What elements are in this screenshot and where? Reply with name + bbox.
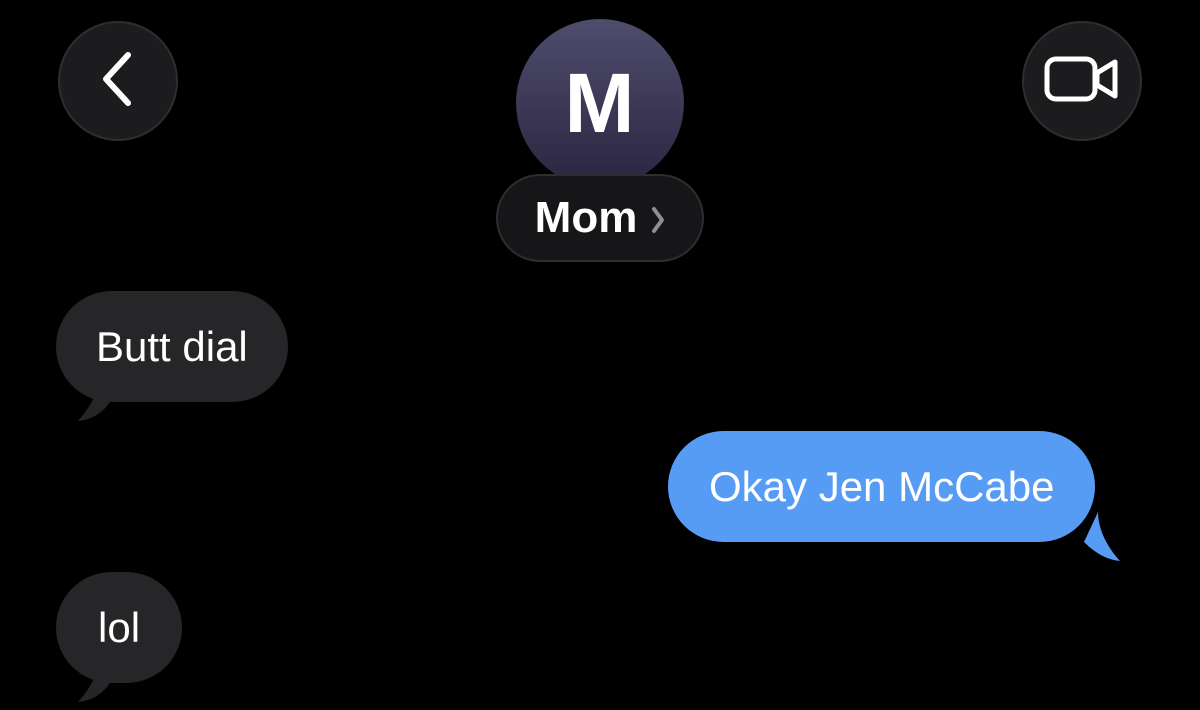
chevron-right-icon xyxy=(651,206,665,234)
contact-avatar[interactable]: M xyxy=(516,19,684,187)
video-call-button[interactable] xyxy=(1022,21,1142,141)
bubble-tail xyxy=(78,372,110,421)
video-camera-icon xyxy=(1044,54,1120,109)
message-bubble-incoming[interactable]: lol xyxy=(56,572,183,683)
chevron-left-icon xyxy=(98,49,138,114)
message-text: Butt dial xyxy=(96,322,248,370)
bubble-tail xyxy=(78,653,110,702)
message-text: Okay Jen McCabe xyxy=(709,462,1055,510)
bubble-tail xyxy=(1084,512,1120,561)
message-bubble-outgoing[interactable]: Okay Jen McCabe xyxy=(668,431,1096,542)
message-text: lol xyxy=(98,603,141,651)
contact-name-button[interactable]: Mom xyxy=(496,174,704,262)
contact-name: Mom xyxy=(534,193,638,242)
back-button[interactable] xyxy=(58,21,178,141)
